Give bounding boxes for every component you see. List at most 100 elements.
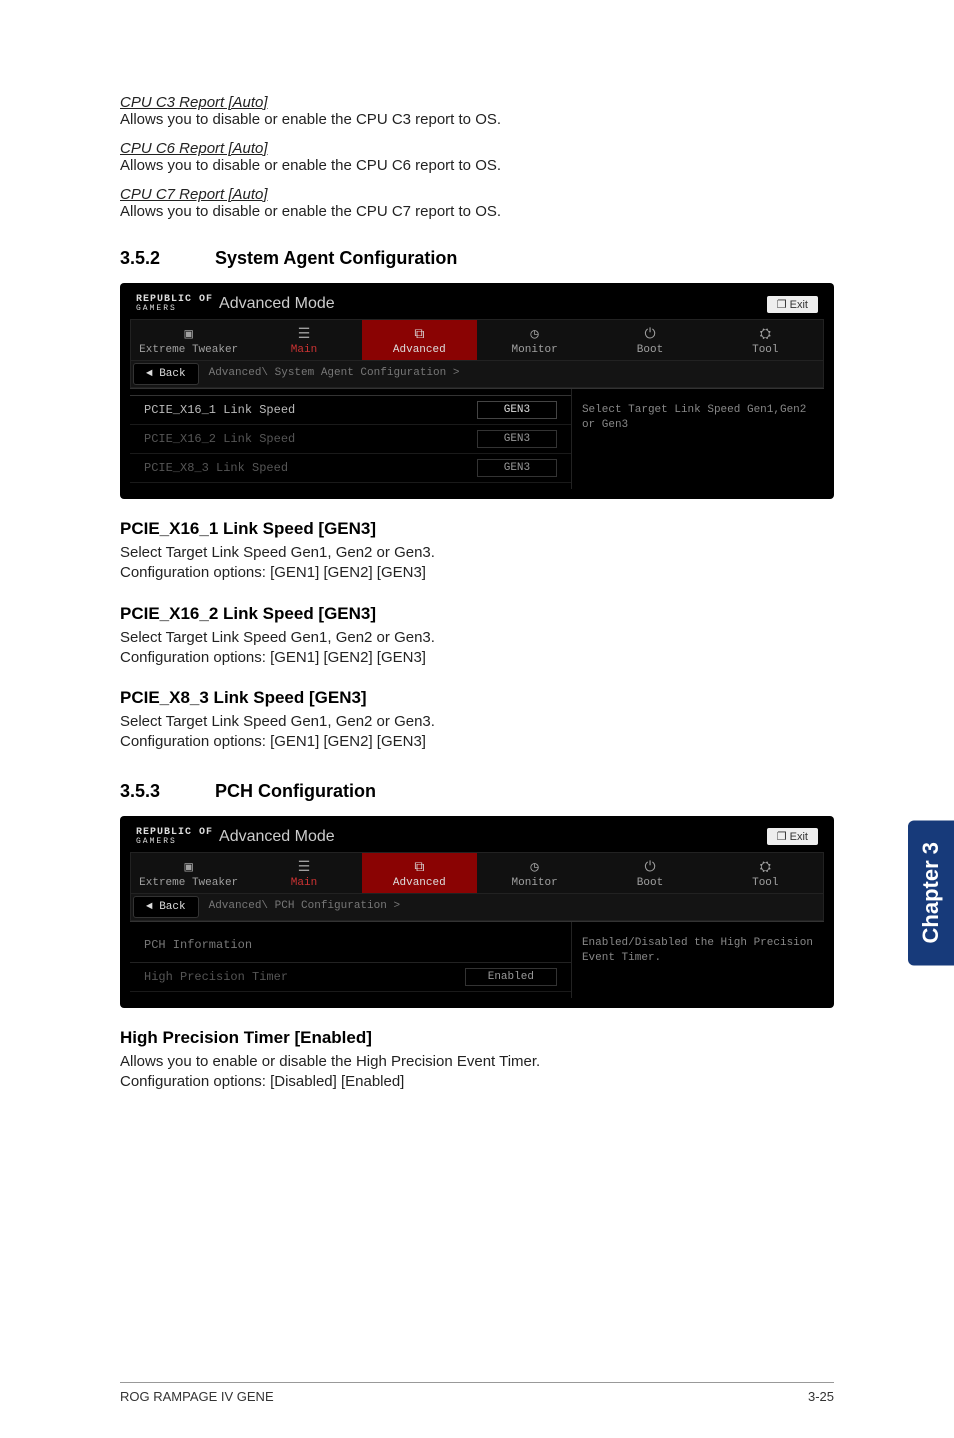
tab-advanced[interactable]: ⧉Advanced bbox=[362, 853, 477, 893]
pcie-x16-2-heading: PCIE_X16_2 Link Speed [GEN3] bbox=[120, 604, 834, 624]
setting-pcie-x8-3[interactable]: PCIE_X8_3 Link Speed GEN3 bbox=[130, 454, 571, 483]
tab-tweaker-label: Extreme Tweaker bbox=[139, 344, 238, 356]
main-icon: ☰ bbox=[246, 326, 361, 344]
section-353-num: 3.5.3 bbox=[120, 781, 215, 802]
bios-screenshot-pch: REPUBLIC OF GAMERS Advanced Mode ❐ Exit … bbox=[120, 816, 834, 1008]
tab-main[interactable]: ☰Main bbox=[246, 320, 361, 360]
exit-button[interactable]: ❐ Exit bbox=[767, 296, 818, 313]
tab-boot[interactable]: ⏻Boot bbox=[592, 853, 707, 893]
setting-high-precision-timer[interactable]: High Precision Timer Enabled bbox=[130, 963, 571, 992]
cpu-c7-block: CPU C7 Report [Auto] Allows you to disab… bbox=[120, 186, 834, 220]
rog-logo-line2: GAMERS bbox=[136, 838, 213, 846]
exit-label: Exit bbox=[790, 299, 808, 311]
pcie-x8-3-heading: PCIE_X8_3 Link Speed [GEN3] bbox=[120, 688, 834, 708]
bios-tabs: ▣Extreme Tweaker ☰Main ⧉Advanced ◷Monito… bbox=[130, 852, 824, 894]
rog-logo: REPUBLIC OF GAMERS bbox=[136, 828, 213, 846]
setting-label: PCIE_X8_3 Link Speed bbox=[144, 461, 288, 475]
bios-settings-list: PCIE_X16_1 Link Speed GEN3 PCIE_X16_2 Li… bbox=[130, 389, 571, 489]
setting-label: High Precision Timer bbox=[144, 970, 288, 984]
pch-info-label: PCH Information bbox=[144, 938, 252, 952]
tab-main[interactable]: ☰Main bbox=[246, 853, 361, 893]
pcie-x16-2-line2: Configuration options: [GEN1] [GEN2] [GE… bbox=[120, 648, 834, 668]
pcie-x16-1-heading: PCIE_X16_1 Link Speed [GEN3] bbox=[120, 519, 834, 539]
exit-label: Exit bbox=[790, 831, 808, 843]
tool-icon: ⛭ bbox=[708, 326, 823, 344]
section-352-num: 3.5.2 bbox=[120, 248, 215, 269]
tab-tool-label: Tool bbox=[752, 344, 778, 356]
monitor-icon: ◷ bbox=[477, 859, 592, 877]
pch-information-link[interactable]: PCH Information bbox=[130, 928, 571, 963]
setting-label: PCIE_X16_1 Link Speed bbox=[144, 403, 295, 417]
rog-logo-line1: REPUBLIC OF bbox=[136, 828, 213, 838]
back-label: Back bbox=[159, 368, 185, 380]
setting-pcie-x16-2[interactable]: PCIE_X16_2 Link Speed GEN3 bbox=[130, 425, 571, 454]
boot-icon: ⏻ bbox=[592, 326, 707, 344]
tab-tool[interactable]: ⛭Tool bbox=[708, 853, 823, 893]
hpt-heading: High Precision Timer [Enabled] bbox=[120, 1028, 834, 1048]
bios-help-panel: Select Target Link Speed Gen1,Gen2 or Ge… bbox=[571, 389, 824, 489]
pcie-x16-1-line1: Select Target Link Speed Gen1, Gen2 or G… bbox=[120, 543, 834, 563]
advanced-icon: ⧉ bbox=[362, 859, 477, 877]
advanced-mode-label: Advanced Mode bbox=[219, 828, 767, 846]
tab-monitor-label: Monitor bbox=[512, 877, 558, 889]
pcie-x16-1-line2: Configuration options: [GEN1] [GEN2] [GE… bbox=[120, 563, 834, 583]
page-footer: ROG RAMPAGE IV GENE 3-25 bbox=[120, 1382, 834, 1404]
advanced-icon: ⧉ bbox=[362, 326, 477, 344]
back-button[interactable]: ◄ Back bbox=[133, 896, 199, 918]
chapter-tab: Chapter 3 bbox=[908, 820, 954, 965]
section-352-title: System Agent Configuration bbox=[215, 248, 457, 268]
bios-screenshot-system-agent: REPUBLIC OF GAMERS Advanced Mode ❐ Exit … bbox=[120, 283, 834, 499]
section-353-title: PCH Configuration bbox=[215, 781, 376, 801]
tab-boot[interactable]: ⏻Boot bbox=[592, 320, 707, 360]
tab-boot-label: Boot bbox=[637, 344, 663, 356]
bios-tabs: ▣Extreme Tweaker ☰Main ⧉Advanced ◷Monito… bbox=[130, 319, 824, 361]
footer-right: 3-25 bbox=[808, 1389, 834, 1404]
cpu-c3-desc: Allows you to disable or enable the CPU … bbox=[120, 111, 834, 128]
setting-pcie-x16-1[interactable]: PCIE_X16_1 Link Speed GEN3 bbox=[130, 395, 571, 425]
section-352-heading: 3.5.2System Agent Configuration bbox=[120, 248, 834, 269]
setting-value[interactable]: GEN3 bbox=[477, 401, 557, 419]
tab-boot-label: Boot bbox=[637, 877, 663, 889]
tab-monitor[interactable]: ◷Monitor bbox=[477, 853, 592, 893]
tweaker-icon: ▣ bbox=[131, 326, 246, 344]
tool-icon: ⛭ bbox=[708, 859, 823, 877]
back-button[interactable]: ◄ Back bbox=[133, 363, 199, 385]
cpu-c6-block: CPU C6 Report [Auto] Allows you to disab… bbox=[120, 140, 834, 174]
monitor-icon: ◷ bbox=[477, 326, 592, 344]
cpu-c6-desc: Allows you to disable or enable the CPU … bbox=[120, 157, 834, 174]
tab-extreme-tweaker[interactable]: ▣Extreme Tweaker bbox=[131, 320, 246, 360]
tweaker-icon: ▣ bbox=[131, 859, 246, 877]
tab-advanced[interactable]: ⧉Advanced bbox=[362, 320, 477, 360]
rog-logo: REPUBLIC OF GAMERS bbox=[136, 295, 213, 313]
pcie-x8-3-line1: Select Target Link Speed Gen1, Gen2 or G… bbox=[120, 712, 834, 732]
tab-monitor-label: Monitor bbox=[512, 344, 558, 356]
advanced-mode-label: Advanced Mode bbox=[219, 295, 767, 313]
breadcrumb: Advanced\ System Agent Configuration > bbox=[201, 361, 468, 387]
main-icon: ☰ bbox=[246, 859, 361, 877]
section-353-heading: 3.5.3PCH Configuration bbox=[120, 781, 834, 802]
exit-button[interactable]: ❐ Exit bbox=[767, 828, 818, 845]
tab-monitor[interactable]: ◷Monitor bbox=[477, 320, 592, 360]
cpu-c3-block: CPU C3 Report [Auto] Allows you to disab… bbox=[120, 94, 834, 128]
footer-left: ROG RAMPAGE IV GENE bbox=[120, 1389, 274, 1404]
tab-main-label: Main bbox=[291, 877, 317, 889]
setting-value[interactable]: Enabled bbox=[465, 968, 557, 986]
hpt-line1: Allows you to enable or disable the High… bbox=[120, 1052, 834, 1072]
bios-help-panel: Enabled/Disabled the High Precision Even… bbox=[571, 922, 824, 998]
tab-extreme-tweaker[interactable]: ▣Extreme Tweaker bbox=[131, 853, 246, 893]
cpu-c7-desc: Allows you to disable or enable the CPU … bbox=[120, 203, 834, 220]
breadcrumb: Advanced\ PCH Configuration > bbox=[201, 894, 408, 920]
cpu-c3-title: CPU C3 Report [Auto] bbox=[120, 94, 834, 111]
setting-value[interactable]: GEN3 bbox=[477, 430, 557, 448]
tab-tool[interactable]: ⛭Tool bbox=[708, 320, 823, 360]
setting-value[interactable]: GEN3 bbox=[477, 459, 557, 477]
tab-tweaker-label: Extreme Tweaker bbox=[139, 877, 238, 889]
cpu-c6-title: CPU C6 Report [Auto] bbox=[120, 140, 834, 157]
bios-settings-list: PCH Information High Precision Timer Ena… bbox=[130, 922, 571, 998]
pcie-x8-3-line2: Configuration options: [GEN1] [GEN2] [GE… bbox=[120, 732, 834, 752]
rog-logo-line2: GAMERS bbox=[136, 305, 213, 313]
pcie-x16-2-line1: Select Target Link Speed Gen1, Gen2 or G… bbox=[120, 628, 834, 648]
tab-main-label: Main bbox=[291, 344, 317, 356]
tab-tool-label: Tool bbox=[752, 877, 778, 889]
tab-advanced-label: Advanced bbox=[393, 877, 446, 889]
